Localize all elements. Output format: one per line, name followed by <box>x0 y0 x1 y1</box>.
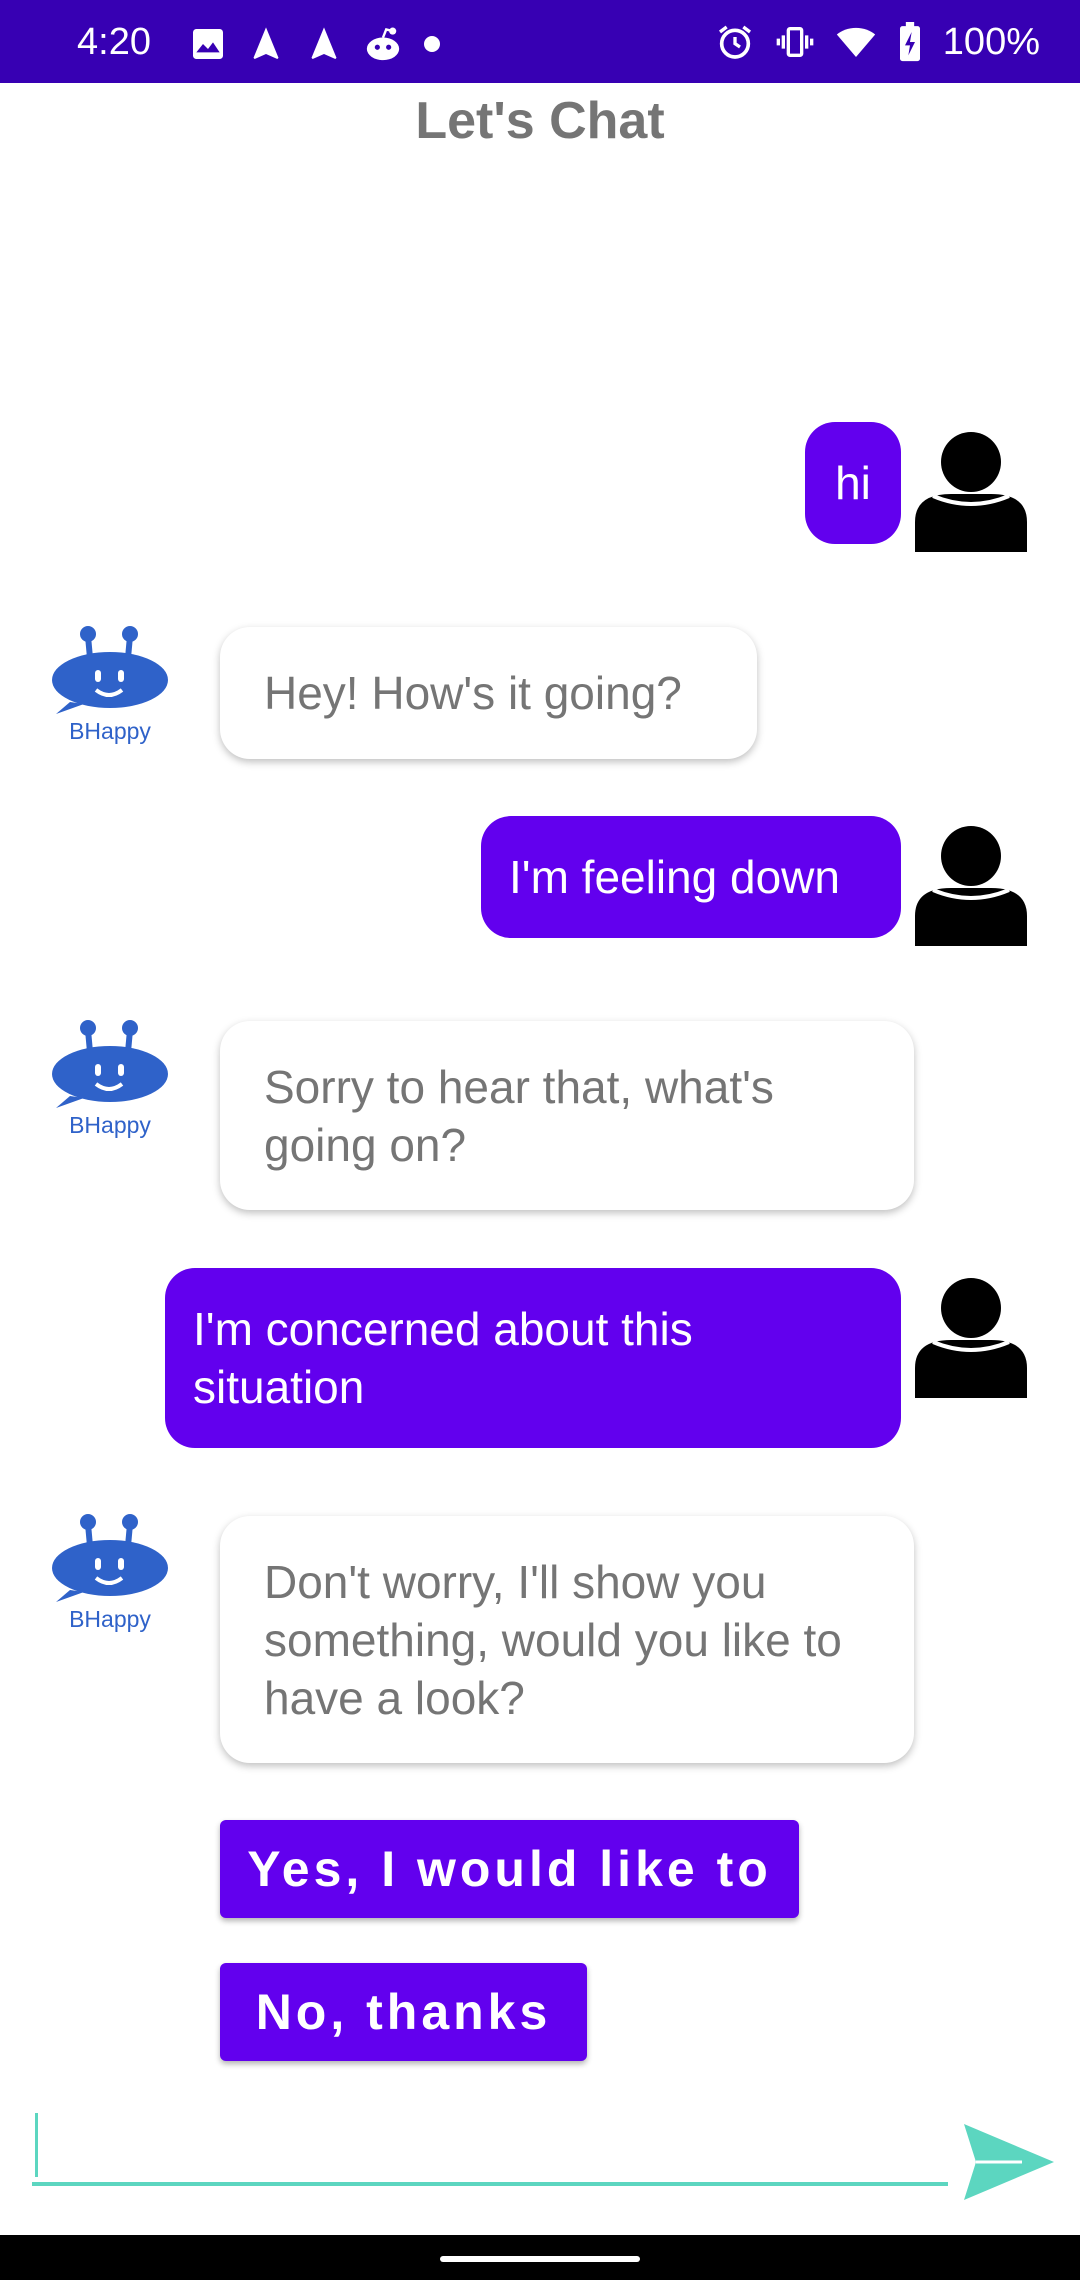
wifi-icon <box>835 22 877 62</box>
bot-face-icon <box>52 626 168 714</box>
dot-icon <box>422 24 442 64</box>
bot-name-label: BHappy <box>69 1606 151 1632</box>
battery-percent: 100% <box>942 21 1040 63</box>
message-text: Sorry to hear that, what's going on? <box>264 1060 774 1171</box>
send-icon <box>964 2124 1054 2200</box>
page-title: Let's Chat <box>415 92 665 150</box>
send-button[interactable] <box>962 2122 1056 2202</box>
user-message: I'm concerned about this situation <box>165 1268 901 1448</box>
bot-message: Hey! How's it going? <box>220 627 757 759</box>
bot-name-label: BHappy <box>69 718 151 744</box>
user-avatar-icon <box>915 826 1027 948</box>
bot-message: Sorry to hear that, what's going on? <box>220 1021 914 1210</box>
message-text: I'm feeling down <box>509 851 840 903</box>
bot-message: Don't worry, I'll show you something, wo… <box>220 1516 914 1763</box>
bot-avatar: BHappy <box>50 1512 170 1632</box>
message-text: I'm concerned about this situation <box>193 1303 693 1413</box>
text-cursor <box>35 2113 38 2177</box>
status-time: 4:20 <box>77 21 151 63</box>
bot-face-icon <box>52 1020 168 1108</box>
bot-avatar: BHappy <box>50 624 170 744</box>
navigation-icon <box>304 24 344 64</box>
user-message: hi <box>805 422 901 544</box>
home-handle[interactable] <box>440 2256 640 2262</box>
user-avatar-icon <box>915 432 1027 554</box>
status-right-icons: 100% <box>715 20 1040 64</box>
message-text: Don't worry, I'll show you something, wo… <box>264 1555 842 1724</box>
user-message: I'm feeling down <box>481 816 901 938</box>
message-text: hi <box>835 457 871 509</box>
bot-name-label: BHappy <box>69 1112 151 1138</box>
bot-face-icon <box>52 1514 168 1602</box>
user-avatar-icon <box>915 1278 1027 1400</box>
yes-choice-button[interactable]: Yes, I would like to <box>220 1820 799 1918</box>
battery-charging-icon <box>897 22 923 62</box>
bot-avatar: BHappy <box>50 1018 170 1138</box>
image-icon <box>188 24 228 64</box>
message-text: Hey! How's it going? <box>264 667 682 719</box>
navigation-icon <box>246 24 286 64</box>
reddit-icon <box>362 24 404 64</box>
message-input[interactable] <box>32 2110 952 2182</box>
input-underline <box>32 2182 948 2186</box>
status-left-icons <box>188 22 442 66</box>
no-thanks-button[interactable]: No, thanks <box>220 1963 587 2061</box>
alarm-icon <box>715 22 755 62</box>
vibrate-icon <box>775 22 815 62</box>
status-bar: 4:20 100% <box>0 0 1080 83</box>
